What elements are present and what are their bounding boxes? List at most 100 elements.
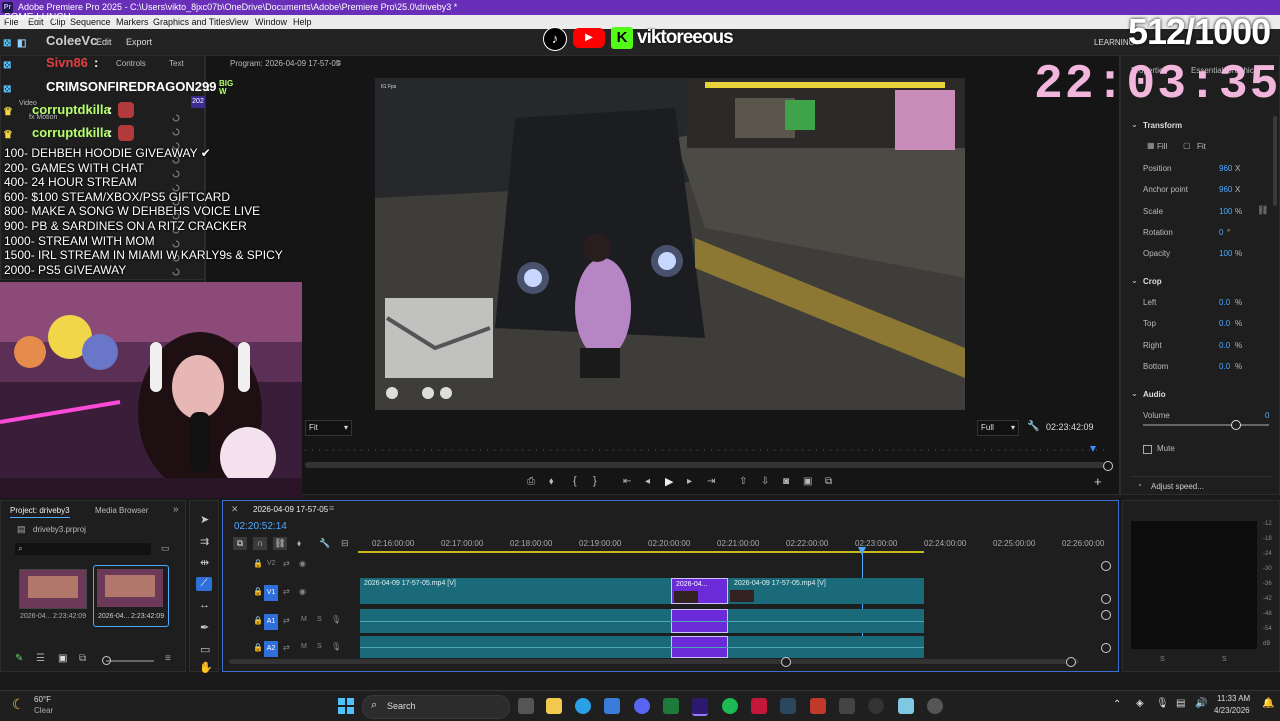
- scroll-right-handle[interactable]: [1066, 657, 1076, 667]
- program-ruler[interactable]: [305, 446, 1110, 456]
- sync-lock-icon[interactable]: ⇄: [283, 587, 290, 596]
- edge-icon[interactable]: [575, 698, 591, 714]
- compare-icon[interactable]: ▣: [803, 476, 812, 487]
- properties-scrollbar[interactable]: [1273, 116, 1277, 206]
- app-icon[interactable]: [810, 698, 826, 714]
- link-icon[interactable]: ⛓: [1257, 205, 1268, 216]
- rectangle-tool-icon[interactable]: ▭: [200, 643, 210, 656]
- mic-icon[interactable]: 🎙: [331, 615, 341, 624]
- crop-left-value[interactable]: 0.0: [1219, 298, 1230, 307]
- panel-menu-icon[interactable]: ≡: [165, 653, 171, 664]
- scroll-left-handle[interactable]: [781, 657, 791, 667]
- vr-icon[interactable]: ⧉: [825, 476, 832, 487]
- menu-markers[interactable]: Markers: [116, 15, 149, 29]
- vertical-scroll-handle[interactable]: [1101, 643, 1111, 653]
- wrench-icon[interactable]: 🔧: [1027, 421, 1039, 432]
- snap-icon[interactable]: ∩: [253, 537, 267, 550]
- mark-out-icon[interactable]: }: [593, 475, 597, 487]
- timeline-tab[interactable]: 2026-04-09 17-57-05: [253, 505, 328, 514]
- store-icon[interactable]: [604, 698, 620, 714]
- export-frame-icon[interactable]: ⎙: [527, 476, 535, 487]
- add-marker-icon[interactable]: ⬧: [297, 538, 301, 549]
- button-editor-plus-icon[interactable]: +: [1094, 474, 1102, 489]
- network-icon[interactable]: ▤: [1176, 698, 1185, 709]
- project-item-thumbnail[interactable]: [19, 569, 87, 609]
- weather-desc[interactable]: Clear: [34, 706, 53, 715]
- settings-gear-icon[interactable]: [927, 698, 943, 714]
- project-search-input[interactable]: [15, 543, 151, 555]
- track-label[interactable]: V1: [264, 585, 278, 601]
- program-timecode[interactable]: 02:23:42:09: [1046, 422, 1094, 432]
- audio-chevron-icon[interactable]: ⌄: [1131, 389, 1138, 398]
- fit-icon[interactable]: ▢: [1183, 141, 1191, 150]
- workspace-tab-edit[interactable]: Edit: [96, 37, 112, 47]
- menu-view[interactable]: View: [229, 15, 248, 29]
- menu-sequence[interactable]: Sequence: [70, 15, 111, 29]
- pen-tool-icon[interactable]: ✒: [200, 621, 209, 634]
- solo-track-icon[interactable]: S: [317, 643, 322, 650]
- task-view-icon[interactable]: [518, 698, 534, 714]
- ripple-edit-icon[interactable]: ⇹: [200, 556, 209, 569]
- track-label[interactable]: V2: [267, 560, 276, 567]
- tab-media-browser[interactable]: Media Browser: [95, 506, 148, 515]
- position-value[interactable]: 960: [1219, 164, 1232, 173]
- project-item-thumbnail[interactable]: [97, 569, 163, 607]
- anchor-point-value[interactable]: 960: [1219, 185, 1232, 194]
- discord-icon[interactable]: [634, 698, 650, 714]
- crop-bottom-value[interactable]: 0.0: [1219, 362, 1230, 371]
- menu-help[interactable]: Help: [293, 15, 312, 29]
- razor-tool-icon[interactable]: ⟋: [196, 577, 212, 591]
- acrobat-icon[interactable]: [751, 698, 767, 714]
- slip-tool-icon[interactable]: ↔: [199, 599, 210, 611]
- add-marker-icon[interactable]: ⬧: [549, 476, 554, 487]
- menu-window[interactable]: Window: [255, 15, 287, 29]
- vertical-scroll-handle[interactable]: [1101, 594, 1111, 604]
- app-icon[interactable]: [839, 698, 855, 714]
- crop-chevron-icon[interactable]: ⌄: [1131, 276, 1138, 285]
- list-view-icon[interactable]: ☰: [36, 653, 45, 664]
- panel-menu-icon[interactable]: ≡: [336, 58, 341, 68]
- sync-lock-icon[interactable]: ⇄: [283, 559, 290, 568]
- scale-value[interactable]: 100: [1219, 207, 1232, 216]
- extract-icon[interactable]: ⇩: [761, 476, 769, 487]
- more-tabs-icon[interactable]: »: [173, 504, 179, 515]
- microphone-icon[interactable]: 🎙: [1156, 698, 1169, 709]
- lift-icon[interactable]: ⇧: [739, 476, 747, 487]
- tab-text[interactable]: Text: [169, 59, 184, 68]
- close-tab-icon[interactable]: ✕: [231, 504, 239, 515]
- eye-icon[interactable]: ◉: [299, 587, 306, 596]
- windows-start-icon[interactable]: [337, 697, 355, 715]
- freeform-view-icon[interactable]: ⧉: [79, 653, 86, 664]
- sync-lock-icon[interactable]: ⇄: [283, 643, 290, 652]
- mute-checkbox[interactable]: [1143, 445, 1152, 454]
- menu-graphics-titles[interactable]: Graphics and Titles: [153, 15, 230, 29]
- solo-track-icon[interactable]: S: [317, 616, 322, 623]
- crop-top-value[interactable]: 0.0: [1219, 319, 1230, 328]
- weather-moon-icon[interactable]: ☾: [12, 696, 25, 713]
- crop-right-value[interactable]: 0.0: [1219, 341, 1230, 350]
- opacity-value[interactable]: 100: [1219, 249, 1232, 258]
- video-clip[interactable]: 2026-04-09 17-57-05.mp4 [V]: [728, 578, 924, 604]
- solo-left-button[interactable]: S: [1160, 656, 1165, 663]
- taskbar-time[interactable]: 11:33 AM: [1217, 694, 1250, 703]
- volume-slider-thumb[interactable]: [1231, 420, 1241, 430]
- lock-icon[interactable]: 🔒: [253, 559, 263, 568]
- tab-project[interactable]: Project: driveby3: [10, 506, 70, 515]
- taskbar-date[interactable]: 4/23/2026: [1214, 706, 1250, 715]
- mute-track-icon[interactable]: M: [301, 643, 307, 650]
- track-label[interactable]: A2: [264, 641, 278, 657]
- program-scrollbar[interactable]: [305, 462, 1105, 468]
- solo-right-button[interactable]: S: [1222, 656, 1227, 663]
- pencil-icon[interactable]: ✎: [15, 653, 23, 664]
- excel-icon[interactable]: [663, 698, 679, 714]
- obs-icon[interactable]: [868, 698, 884, 714]
- volume-icon[interactable]: 🔊: [1195, 698, 1207, 709]
- notifications-bell-icon[interactable]: 🔔: [1262, 698, 1274, 709]
- fit-button[interactable]: Fit: [1197, 142, 1206, 151]
- timeline-playhead-timecode[interactable]: 02:20:52:14: [234, 521, 287, 532]
- fill-icon[interactable]: ▦: [1147, 141, 1155, 150]
- notepad-icon[interactable]: [898, 698, 914, 714]
- thumb-size-slider[interactable]: [106, 660, 154, 662]
- video-clip-selected[interactable]: 2026-04...: [671, 578, 728, 604]
- mute-track-icon[interactable]: M: [301, 616, 307, 623]
